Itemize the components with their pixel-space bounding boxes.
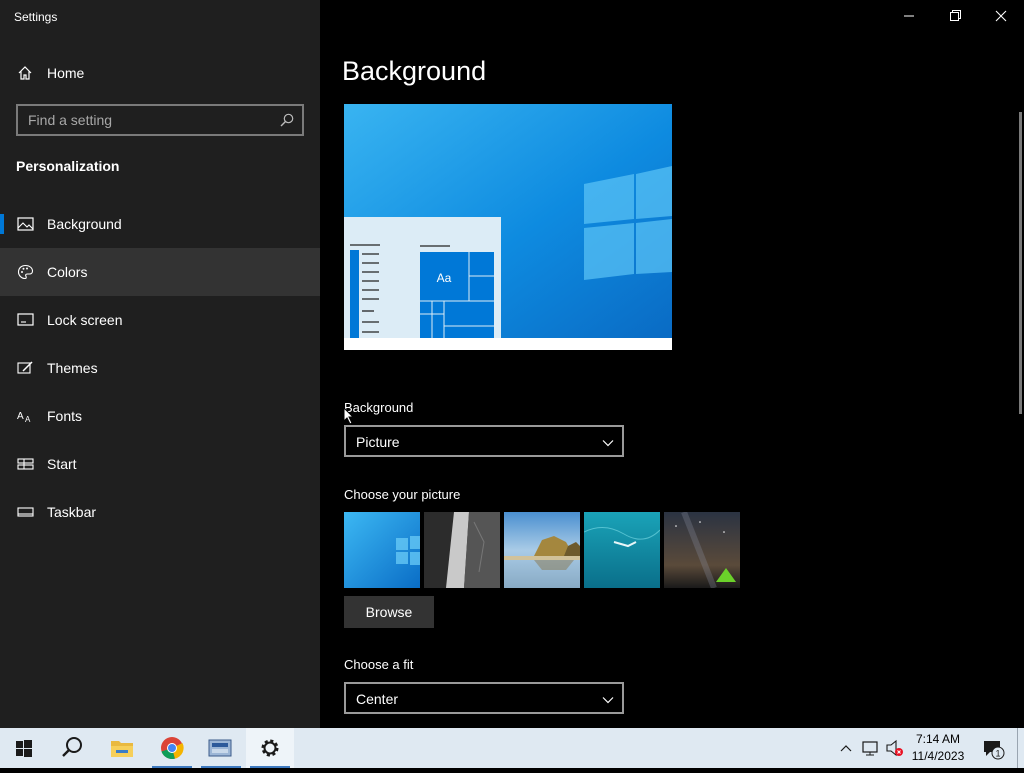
fit-dropdown[interactable]: Center <box>344 682 624 714</box>
app-title: Settings <box>14 10 58 24</box>
sidebar-item-fonts[interactable]: AA Fonts <box>0 392 320 440</box>
sidebar-item-lock-screen[interactable]: Lock screen <box>0 296 320 344</box>
section-title: Personalization <box>16 158 120 174</box>
sidebar: Settings Home Personalization Background <box>0 0 320 728</box>
start-layout-icon <box>17 456 34 472</box>
sidebar-item-colors[interactable]: Colors <box>0 248 320 296</box>
picture-icon <box>17 216 34 232</box>
sidebar-item-label: Lock screen <box>47 312 123 328</box>
settings-icon[interactable] <box>246 728 294 768</box>
preview-tile-text: Aa <box>437 271 452 285</box>
picture-thumb-rock-cliff[interactable] <box>424 512 500 588</box>
scrollbar[interactable] <box>1019 112 1022 414</box>
search-input[interactable] <box>18 106 274 134</box>
sidebar-item-label: Background <box>47 216 122 232</box>
mouse-cursor-icon <box>343 406 355 425</box>
taskbar-icon <box>17 504 34 520</box>
search-icon[interactable] <box>280 113 294 127</box>
system-clock[interactable]: 7:14 AM 11/4/2023 <box>906 731 970 765</box>
search-taskbar-button[interactable] <box>48 728 96 768</box>
show-desktop-button[interactable] <box>1017 728 1024 768</box>
clock-time: 7:14 AM <box>915 732 961 746</box>
restore-button[interactable] <box>932 0 978 32</box>
fit-label: Choose a fit <box>344 657 414 672</box>
home-link[interactable]: Home <box>0 56 320 90</box>
brush-icon <box>17 360 34 376</box>
lock-screen-icon <box>17 312 34 328</box>
selection-indicator <box>0 214 4 234</box>
choose-picture-label: Choose your picture <box>344 487 461 502</box>
picture-thumb-windows-light[interactable] <box>344 512 420 588</box>
sidebar-item-label: Start <box>47 456 77 472</box>
close-button[interactable] <box>978 0 1024 32</box>
main-content: Background Aa Background Picture Choose … <box>320 0 1024 728</box>
background-dropdown[interactable]: Picture <box>344 425 624 457</box>
palette-icon <box>17 264 34 280</box>
volume-muted-icon[interactable] <box>884 728 906 768</box>
action-center-button[interactable]: 1 <box>978 728 1008 768</box>
file-explorer-icon[interactable] <box>98 728 146 768</box>
svg-text:A: A <box>17 411 24 422</box>
network-app-icon[interactable] <box>197 728 245 768</box>
taskbar: 7:14 AM 11/4/2023 1 <box>0 728 1024 768</box>
network-status-icon[interactable] <box>860 728 882 768</box>
picture-thumb-night-sky-tent[interactable] <box>664 512 740 588</box>
home-icon <box>17 65 33 81</box>
settings-window: Settings Home Personalization Background <box>0 0 1024 728</box>
chevron-down-icon <box>602 436 614 448</box>
background-dropdown-value: Picture <box>356 434 400 450</box>
fit-dropdown-value: Center <box>356 691 399 707</box>
sidebar-item-label: Themes <box>47 360 98 376</box>
sidebar-item-label: Colors <box>47 264 88 280</box>
minimize-button[interactable] <box>886 0 932 32</box>
sidebar-item-taskbar[interactable]: Taskbar <box>0 488 320 536</box>
search-box[interactable] <box>16 104 304 136</box>
picture-thumb-beach-rocks[interactable] <box>504 512 580 588</box>
picture-thumb-underwater-swimmer[interactable] <box>584 512 660 588</box>
sidebar-item-label: Taskbar <box>47 504 97 520</box>
sidebar-item-label: Fonts <box>47 408 83 424</box>
show-hidden-icons-button[interactable] <box>836 728 856 768</box>
sidebar-item-background[interactable]: Background <box>0 200 320 248</box>
sidebar-item-start[interactable]: Start <box>0 440 320 488</box>
chevron-down-icon <box>602 693 614 705</box>
home-label: Home <box>47 65 85 81</box>
fonts-icon: AA <box>17 408 34 424</box>
notification-count: 1 <box>995 749 1000 759</box>
nav-list: Background Colors Lock screen Themes A A… <box>0 200 320 536</box>
clock-date: 11/4/2023 <box>911 749 965 763</box>
picture-thumbnails <box>344 512 740 588</box>
start-button[interactable] <box>0 728 48 768</box>
sidebar-item-themes[interactable]: Themes <box>0 344 320 392</box>
page-title: Background <box>342 56 487 86</box>
chrome-icon[interactable] <box>148 728 196 768</box>
browse-button[interactable]: Browse <box>344 596 434 628</box>
desktop-preview: Aa <box>344 104 672 350</box>
window-controls <box>886 0 1024 32</box>
svg-text:A: A <box>25 415 31 424</box>
